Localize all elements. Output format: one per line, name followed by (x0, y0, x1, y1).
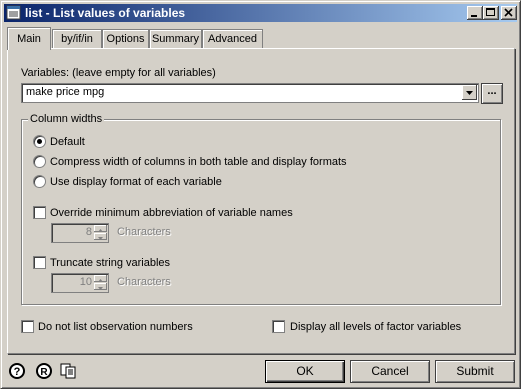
abbreviation-chars-unit: Characters (117, 226, 171, 238)
no-obs-numbers-checkbox[interactable] (21, 320, 34, 333)
dialog-window: list - List values of variables Main by/… (0, 0, 521, 389)
radio-display-format[interactable] (33, 175, 46, 188)
no-obs-numbers-label[interactable]: Do not list observation numbers (38, 321, 193, 333)
reset-icon: R (35, 363, 53, 383)
override-abbreviation-checkbox[interactable] (33, 206, 46, 219)
svg-text:R: R (40, 367, 48, 378)
radio-compress[interactable] (33, 155, 46, 168)
spin-down-button[interactable] (94, 233, 107, 240)
spin-up-button[interactable] (94, 275, 107, 282)
spin-down-icon (94, 233, 107, 245)
help-icon: ? (8, 363, 26, 383)
spin-down-icon (94, 283, 107, 295)
browse-label: ... (487, 85, 497, 97)
copy-icon (59, 363, 77, 383)
radio-default[interactable] (33, 135, 46, 148)
ok-button[interactable]: OK (265, 360, 345, 383)
ok-label: OK (296, 364, 314, 378)
truncate-chars-unit: Characters (117, 276, 171, 288)
spin-down-button[interactable] (94, 283, 107, 290)
variables-dropdown-button[interactable] (462, 85, 477, 100)
variables-label: Variables: (leave empty for all variable… (21, 67, 216, 79)
column-widths-title: Column widths (28, 113, 105, 125)
cancel-button[interactable]: Cancel (350, 360, 430, 383)
radio-display-format-label[interactable]: Use display format of each variable (50, 176, 222, 188)
abbreviation-chars-value[interactable]: 8 (86, 226, 92, 238)
spin-up-button[interactable] (94, 225, 107, 232)
variables-browse-button[interactable]: ... (481, 83, 503, 104)
variables-value[interactable]: make price mpg (26, 86, 104, 98)
submit-button[interactable]: Submit (435, 360, 515, 383)
reset-button[interactable]: R (35, 362, 53, 380)
radio-selected-dot (37, 139, 42, 144)
help-button[interactable]: ? (8, 362, 26, 380)
factor-levels-label[interactable]: Display all levels of factor variables (290, 321, 461, 333)
radio-default-label[interactable]: Default (50, 136, 85, 148)
truncate-chars-value[interactable]: 10 (80, 276, 92, 288)
svg-text:?: ? (14, 366, 21, 378)
truncate-string-label[interactable]: Truncate string variables (50, 257, 170, 269)
cancel-label: Cancel (371, 364, 409, 378)
abbreviation-chars-spinner[interactable]: 8 (51, 223, 109, 243)
radio-compress-label[interactable]: Compress width of columns in both table … (50, 156, 347, 168)
copy-command-button[interactable] (59, 362, 77, 380)
dropdown-arrow-icon (462, 91, 477, 103)
truncate-chars-spinner[interactable]: 10 (51, 273, 109, 293)
override-abbreviation-label[interactable]: Override minimum abbreviation of variabl… (50, 207, 293, 219)
submit-label: Submit (456, 364, 494, 378)
factor-levels-checkbox[interactable] (272, 320, 285, 333)
variables-combobox[interactable]: make price mpg (21, 83, 479, 103)
truncate-string-checkbox[interactable] (33, 256, 46, 269)
